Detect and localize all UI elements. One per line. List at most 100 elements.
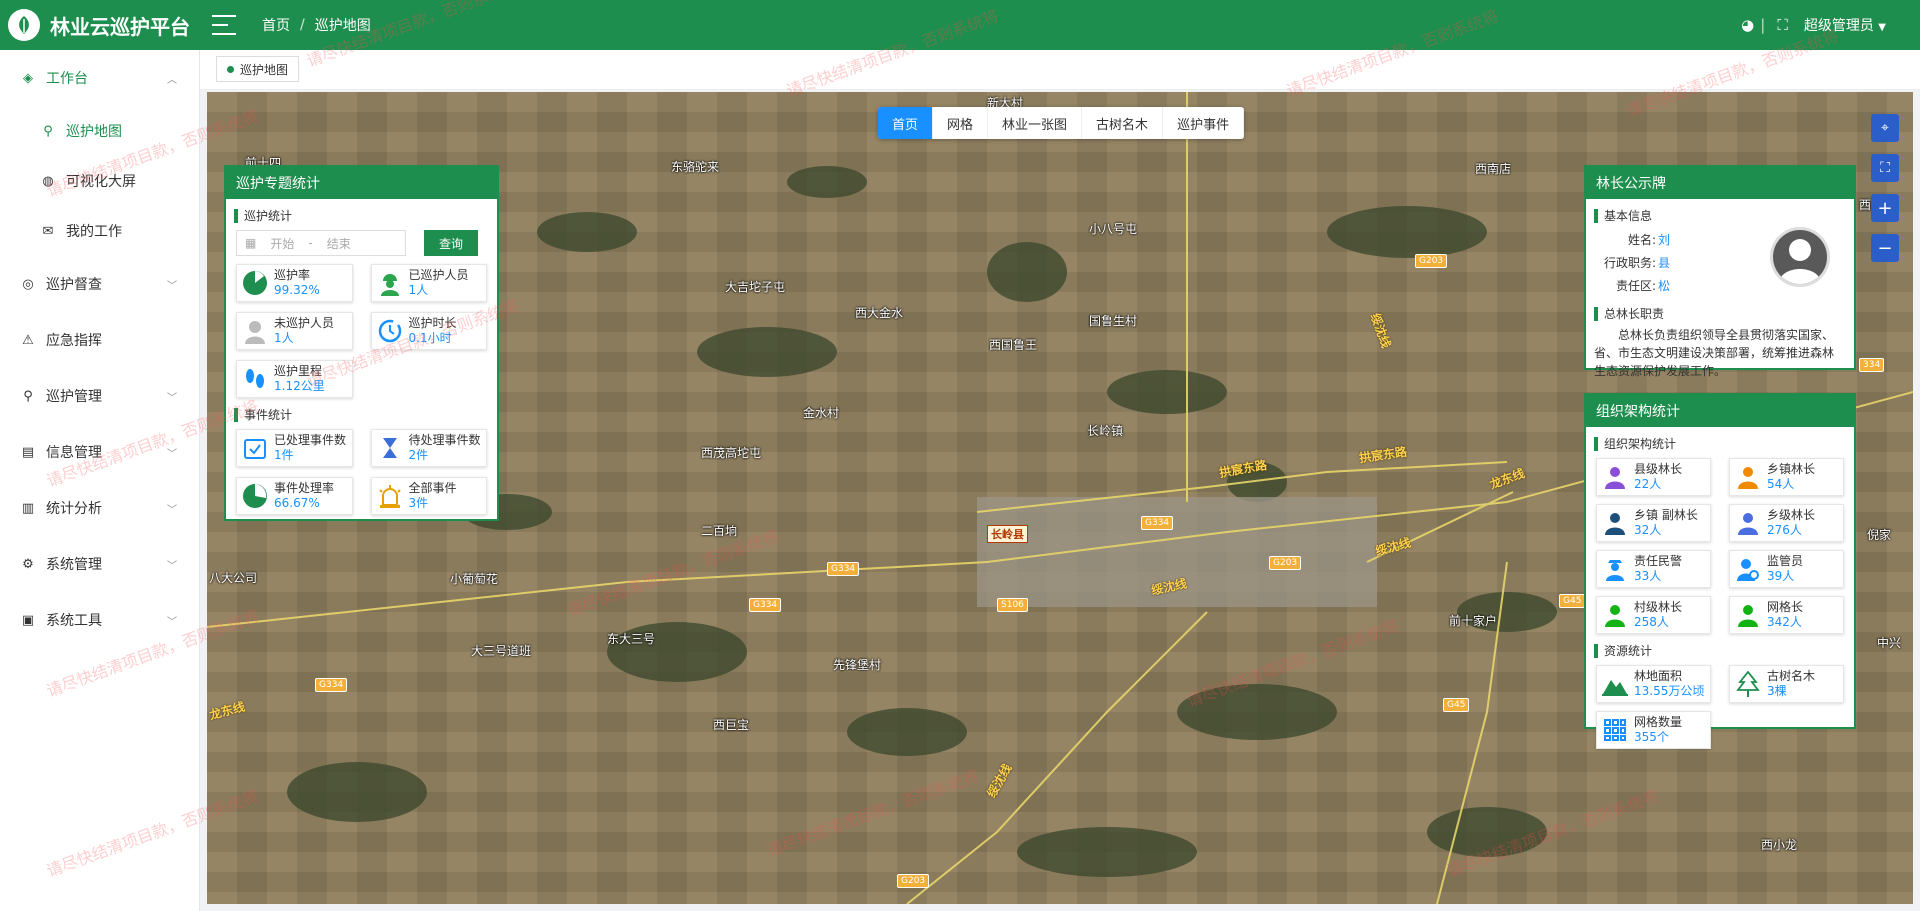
tab-ancient-trees[interactable]: 古树名木: [1082, 107, 1164, 139]
green-person-icon: [1601, 601, 1629, 629]
card-value: 2件: [408, 448, 429, 462]
map-place-label: 大吉坨子屯: [725, 280, 786, 294]
resource-card-ancient-trees: 古树名木 3棵: [1729, 665, 1844, 703]
stat-card-handling-rate: 事件处理率 66.67%: [236, 477, 353, 515]
inspector-icon: [1734, 555, 1762, 583]
date-start[interactable]: 开始: [270, 235, 294, 252]
orange-person-icon: [1734, 463, 1762, 491]
worker-icon: [376, 269, 404, 297]
org-stats-panel: 组织架构统计 组织架构统计 县级林长 22人 乡镇林长 54人 乡镇 副林长 32人 …: [1584, 393, 1856, 749]
globe-icon[interactable]: ◕: [1741, 16, 1754, 34]
query-button[interactable]: 查询: [424, 230, 478, 256]
calendar-icon: ▦: [245, 236, 257, 250]
sidebar-item-stats[interactable]: ▥ 统计分析 ﹀: [0, 480, 199, 536]
card-value: 355个: [1634, 730, 1669, 744]
map-place-label: 金水村: [803, 406, 840, 420]
section-label: 基本信息: [1604, 209, 1653, 223]
sidebar-item-patrol-manage[interactable]: ⚲ 巡护管理 ﹀: [0, 368, 199, 424]
section-header: 资源统计: [1586, 634, 1854, 661]
sidebar-item-label: 工作台: [46, 71, 88, 87]
card-label: 事件处理率: [274, 481, 335, 495]
purple-person-icon: [1601, 463, 1629, 491]
org-card-grid: 县级林长 22人 乡镇林长 54人 乡镇 副林长 32人 乡级林长 276人 责任民警 3…: [1586, 454, 1854, 634]
card-label: 县级林长: [1634, 462, 1683, 476]
card-value: 13.55万公顷: [1634, 684, 1705, 698]
sidebar-item-info-manage[interactable]: ▤ 信息管理 ﹀: [0, 424, 199, 480]
card-value: 32人: [1634, 523, 1662, 537]
app-title: 林业云巡护平台: [50, 14, 190, 39]
map-locate-icon[interactable]: ⌖: [1871, 114, 1899, 142]
sidebar-subitem-patrol-map[interactable]: ⚲ 巡护地图: [0, 106, 199, 156]
sidebar-subitem-big-screen[interactable]: ◍ 可视化大屏: [0, 156, 199, 206]
mountain-icon: [1601, 670, 1629, 698]
card-label: 古树名木: [1767, 669, 1816, 683]
sidebar-item-system-manage[interactable]: ⚙ 系统管理 ﹀: [0, 536, 199, 592]
map-place-label: 二百垧: [701, 524, 738, 538]
sidebar-subitem-my-work[interactable]: ✉ 我的工作: [0, 206, 199, 256]
sidebar-item-label: 巡护督查: [46, 277, 102, 293]
satellite-map[interactable]: 新大村 东骆驼来 前十四 小八号屯 西南店 大吉坨子屯 西大金水 西国鲁王 国鲁…: [207, 92, 1913, 904]
pie-icon: [241, 269, 269, 297]
date-range-input[interactable]: ▦ 开始 - 结束: [236, 230, 406, 256]
avatar: [1770, 227, 1830, 287]
map-place-label: 西大金水: [855, 306, 904, 320]
panel-title: 巡护专题统计: [226, 167, 497, 199]
map-place-label: 长岭镇: [1087, 424, 1124, 438]
zoom-in-icon[interactable]: +: [1871, 194, 1899, 222]
fullscreen-icon[interactable]: ⛶: [1777, 16, 1788, 34]
map-place-label: 西国鲁王: [989, 338, 1038, 352]
chevron-down-icon: ﹀: [167, 560, 177, 572]
gear-icon: ⚙: [22, 556, 34, 572]
tag-patrol-map[interactable]: 巡护地图: [216, 56, 300, 82]
user-menu[interactable]: 超级管理员 ▼: [1804, 15, 1886, 35]
sidebar-item-label: 信息管理: [46, 445, 102, 461]
info-card-icon: ▤: [21, 444, 35, 460]
map-place-label: 西小龙: [1761, 838, 1798, 852]
card-value: 0.1小时: [408, 331, 452, 345]
menu-toggle-icon[interactable]: [212, 15, 236, 35]
card-value: 3件: [408, 496, 429, 510]
user-grey-icon: [241, 317, 269, 345]
breadcrumb-home[interactable]: 首页: [262, 15, 290, 35]
sidebar-item-emergency[interactable]: ⚠ 应急指挥: [0, 312, 199, 368]
tab-grid[interactable]: 网格: [933, 107, 989, 139]
card-label: 巡护时长: [408, 316, 457, 330]
sidebar-subitem-label: 巡护地图: [66, 124, 122, 140]
resource-card-forest-area: 林地面积 13.55万公顷: [1596, 665, 1711, 703]
tab-home[interactable]: 首页: [878, 107, 934, 139]
card-value: 1人: [274, 331, 294, 345]
section-label: 巡护统计: [244, 209, 293, 223]
map-fullscreen-icon[interactable]: ⛶: [1871, 154, 1899, 182]
sidebar-item-label: 应急指挥: [46, 333, 102, 349]
patrol-card-grid: 巡护率 99.32% 已巡护人员 1人 未巡护人员 1人 巡护时长 0.1小时 巡护里程…: [226, 260, 497, 398]
card-value: 3棵: [1767, 684, 1787, 698]
tab-forestry-map[interactable]: 林业一张图: [988, 107, 1083, 139]
brand: 林业云巡护平台: [0, 9, 200, 41]
date-end[interactable]: 结束: [327, 235, 351, 252]
section-label: 总林长职责: [1604, 307, 1665, 321]
navy-person-icon: [1601, 509, 1629, 537]
org-card-supervisor: 监管员 39人: [1729, 550, 1844, 588]
desktop-icon: ◈: [23, 70, 33, 86]
card-value: 66.67%: [274, 496, 320, 510]
card-value: 1.12公里: [274, 379, 325, 393]
tab-patrol-events[interactable]: 巡护事件: [1163, 107, 1245, 139]
blue-person-icon: [1734, 509, 1762, 537]
sidebar-item-patrol-inspect[interactable]: ◎ 巡护督查 ﹀: [0, 256, 199, 312]
sidebar-subitem-label: 可视化大屏: [66, 174, 136, 190]
road-shield: G203: [1269, 556, 1302, 570]
card-label: 乡镇林长: [1767, 462, 1816, 476]
map-place-label: 小葡萄花: [450, 572, 499, 586]
sidebar-item-workbench[interactable]: ◈ 工作台 ︿: [0, 50, 199, 106]
map-place-label: 国鲁生村: [1089, 314, 1138, 328]
sidebar-item-label: 统计分析: [46, 501, 102, 517]
zoom-out-icon[interactable]: −: [1871, 234, 1899, 262]
sidebar-subitem-label: 我的工作: [66, 224, 122, 240]
duty-text: 总林长负责组织领导全县贯彻落实国家、省、市生态文明建设决策部署，统筹推进森林生态…: [1594, 328, 1835, 378]
forest-chief-board: 林长公示牌 基本信息 姓名: 刘 行政职务: 县 责任区: 松 总林长职责 总林长负责…: [1584, 165, 1856, 378]
section-header: 巡护统计: [226, 199, 497, 226]
card-label: 巡护率: [274, 268, 311, 282]
sidebar-item-system-tools[interactable]: ▣ 系统工具 ﹀: [0, 592, 199, 648]
chevron-down-icon: ﹀: [167, 616, 177, 628]
tag-label: 巡护地图: [240, 62, 289, 77]
